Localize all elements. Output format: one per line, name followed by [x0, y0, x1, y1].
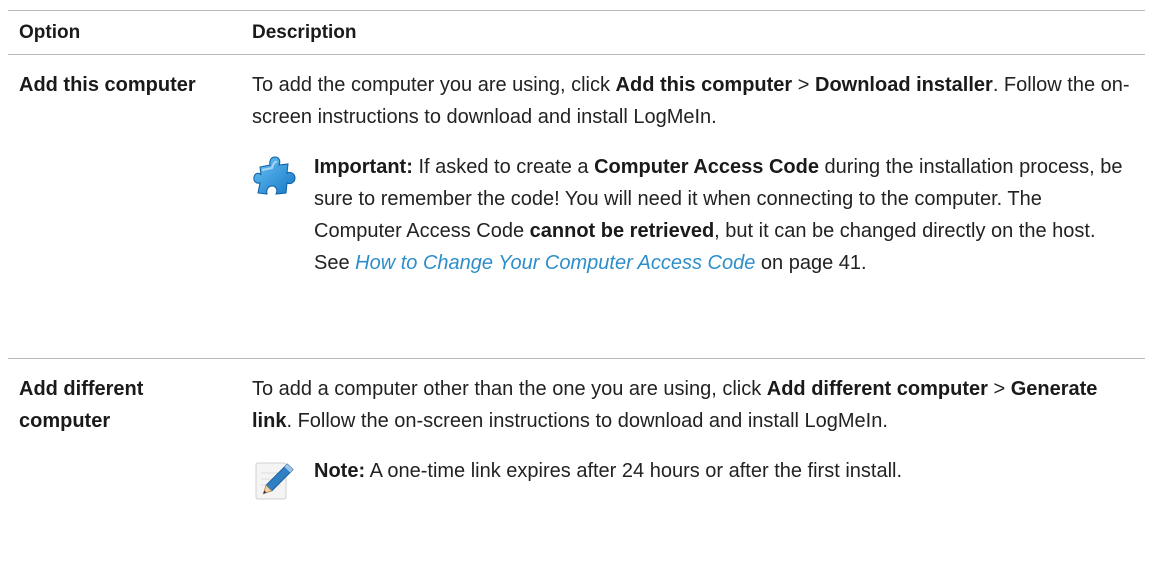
desc-separator: > — [792, 74, 815, 96]
important-label: Important: — [314, 156, 413, 178]
option-description: To add the computer you are using, click… — [252, 55, 1135, 133]
option-description: To add a computer other than the one you… — [252, 359, 1135, 437]
table-row: Add different computer To add a computer… — [8, 359, 1145, 569]
change-access-code-link[interactable]: How to Change Your Computer Access Code — [355, 252, 755, 274]
desc-separator: > — [987, 378, 1011, 400]
callout-text: If asked to create a — [412, 156, 595, 178]
note-callout: Note: A one-time link expires after 24 h… — [252, 455, 1135, 513]
callout-text: A one-time link expires after 24 hours o… — [365, 460, 903, 482]
note-label: Note: — [314, 460, 366, 482]
puzzle-piece-icon — [253, 156, 296, 195]
desc-text: To add the computer you are using, click — [252, 74, 616, 96]
desc-text: . Follow the on-screen instructions to d… — [286, 410, 888, 432]
ui-term-add-this-computer: Add this computer — [615, 74, 793, 96]
term-cannot-be-retrieved: cannot be retrieved — [529, 220, 715, 242]
table-row: Add this computer To add the computer yo… — [8, 55, 1145, 359]
options-table: Option Description Add this computer To … — [8, 10, 1145, 569]
table-header-row: Option Description — [8, 11, 1145, 55]
important-callout: Important: If asked to create a Computer… — [252, 151, 1135, 279]
callout-text: on page 41. — [755, 252, 867, 274]
header-option: Option — [19, 21, 81, 43]
term-computer-access-code: Computer Access Code — [594, 156, 819, 178]
option-label: Add different computer — [19, 378, 144, 432]
header-description: Description — [252, 21, 357, 43]
desc-text: To add a computer other than the one you… — [252, 378, 767, 400]
pencil-note-icon — [255, 462, 294, 500]
option-label: Add this computer — [19, 74, 196, 96]
ui-term-download-installer: Download installer — [815, 74, 993, 96]
ui-term-add-different-computer: Add different computer — [766, 378, 988, 400]
